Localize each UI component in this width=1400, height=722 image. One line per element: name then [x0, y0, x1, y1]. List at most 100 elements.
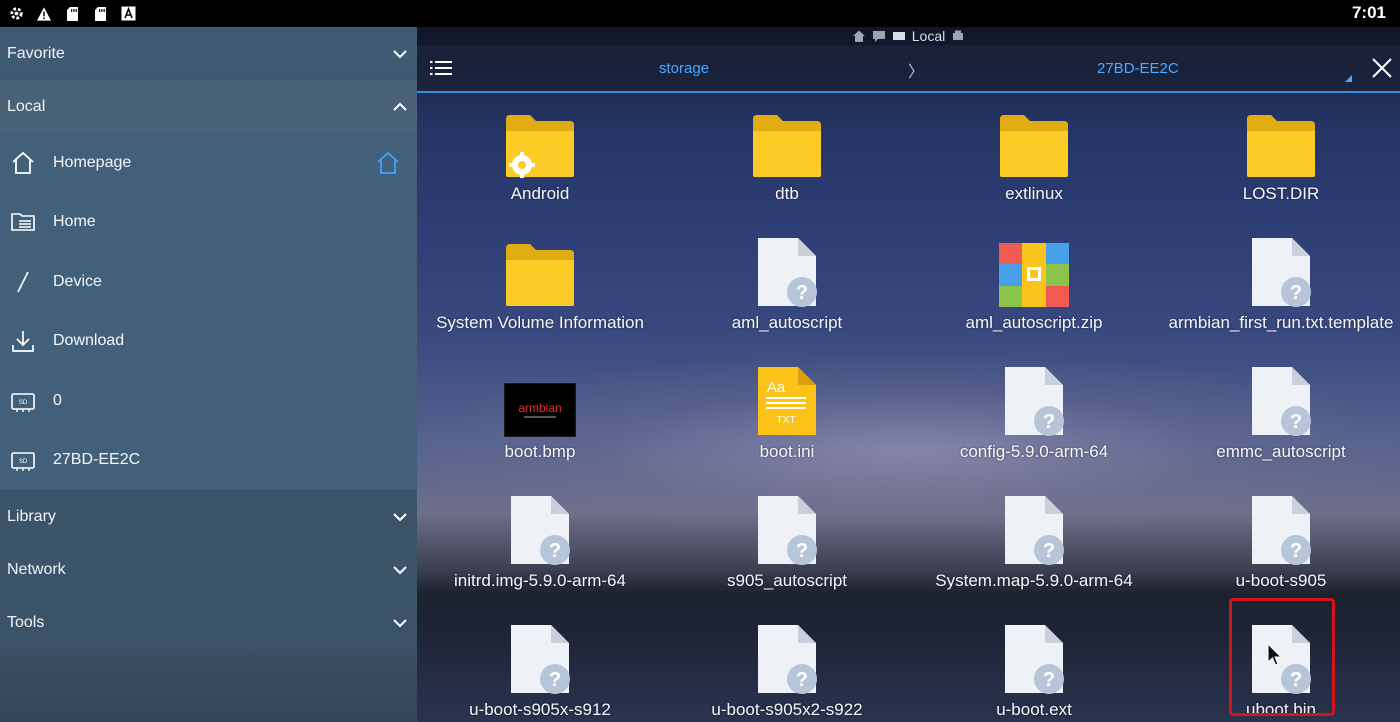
location-label[interactable]: Local — [912, 28, 945, 44]
unknown-file-icon: ? — [747, 617, 827, 695]
settings-icon — [8, 6, 24, 22]
file-item[interactable]: ? u-boot-s905 — [1161, 488, 1400, 613]
svg-text:?: ? — [796, 540, 808, 562]
chevron-down-icon — [393, 618, 407, 627]
home-icon[interactable] — [375, 150, 401, 176]
breadcrumb-storage[interactable]: storage — [659, 60, 709, 77]
unknown-file-icon: ? — [994, 359, 1074, 437]
local-list: Homepage Home Device Download SD 0 SD 27… — [0, 133, 417, 490]
zip-file-icon — [994, 230, 1074, 308]
file-item[interactable]: System Volume Information — [420, 230, 660, 355]
file-item[interactable]: armbian boot.bmp — [420, 359, 660, 484]
file-browser: Local storage 〉 27BD-EE2C Android dtb ex… — [417, 27, 1400, 722]
section-label: Favorite — [7, 44, 65, 62]
sidebar-item-storage-27bd[interactable]: SD 27BD-EE2C — [0, 431, 417, 491]
dropdown-corner-icon[interactable] — [1345, 75, 1352, 82]
sidebar-item-homepage[interactable]: Homepage — [0, 133, 417, 193]
sidebar-section-tools[interactable]: Tools — [0, 596, 417, 649]
file-name: u-boot.ext — [996, 700, 1072, 719]
sidebar-footer — [0, 650, 417, 722]
download-icon — [10, 328, 36, 354]
chat-icon[interactable] — [872, 29, 886, 43]
file-item[interactable]: Android — [420, 101, 660, 226]
sd-card-icon — [64, 6, 80, 22]
folder-gear-icon — [500, 101, 580, 179]
file-name: Android — [510, 184, 570, 203]
file-item[interactable]: ? System.map-5.9.0-arm-64 — [914, 488, 1154, 613]
location-bar: Local — [417, 27, 1400, 45]
file-name: emmc_autoscript — [1216, 442, 1346, 461]
sidebar-item-label: Download — [53, 332, 125, 350]
file-item[interactable]: ? aml_autoscript — [667, 230, 907, 355]
svg-text:armbian: armbian — [518, 401, 561, 415]
home-icon[interactable] — [852, 29, 866, 43]
chevron-down-icon — [393, 512, 407, 521]
file-item[interactable]: ? u-boot-s905x2-s922 — [667, 617, 907, 722]
menu-icon[interactable] — [430, 58, 452, 78]
sd-card-icon: SD — [10, 388, 36, 414]
sidebar-item-download[interactable]: Download — [0, 312, 417, 372]
path-toolbar: storage 〉 27BD-EE2C — [417, 45, 1400, 93]
folder-icon — [500, 230, 580, 308]
file-item[interactable]: extlinux — [914, 101, 1154, 226]
chevron-down-icon — [393, 565, 407, 574]
unknown-file-icon: ? — [1241, 488, 1321, 566]
file-item[interactable]: ? u-boot.ext — [914, 617, 1154, 722]
folder-list-icon — [10, 209, 36, 235]
breadcrumb-current[interactable]: 27BD-EE2C — [1097, 60, 1179, 77]
sidebar-section-local[interactable]: Local — [0, 80, 417, 133]
section-label: Library — [7, 507, 56, 525]
file-name: dtb — [775, 184, 799, 203]
file-item[interactable]: LOST.DIR — [1161, 101, 1400, 226]
sidebar-section-favorite[interactable]: Favorite — [0, 27, 417, 80]
svg-text:?: ? — [796, 282, 808, 304]
file-item[interactable]: ? u-boot-s905x-s912 — [420, 617, 660, 722]
file-item[interactable]: ? s905_autoscript — [667, 488, 907, 613]
sidebar-section-network[interactable]: Network — [0, 543, 417, 596]
sidebar-section-library[interactable]: Library — [0, 490, 417, 543]
file-name: System.map-5.9.0-arm-64 — [935, 571, 1133, 590]
sidebar-item-storage-0[interactable]: SD 0 — [0, 371, 417, 431]
slash-icon — [10, 269, 36, 295]
file-item[interactable]: Aa TXT boot.ini — [667, 359, 907, 484]
section-label: Tools — [7, 613, 45, 631]
file-name: boot.ini — [759, 442, 815, 461]
sidebar-item-label: Homepage — [53, 153, 132, 171]
close-icon[interactable] — [1371, 57, 1393, 79]
sidebar-item-label: Home — [53, 213, 96, 231]
svg-text:Aa: Aa — [767, 379, 786, 396]
file-item[interactable]: ? initrd.img-5.9.0-arm-64 — [420, 488, 660, 613]
file-name: u-boot-s905 — [1235, 571, 1327, 590]
svg-text:SD: SD — [19, 459, 28, 465]
file-item[interactable]: ? emmc_autoscript — [1161, 359, 1400, 484]
unknown-file-icon: ? — [500, 488, 580, 566]
unknown-file-icon: ? — [1241, 359, 1321, 437]
svg-text:TXT: TXT — [777, 415, 796, 426]
mouse-cursor-icon — [1267, 643, 1283, 666]
a-box-icon — [120, 6, 136, 22]
file-name: boot.bmp — [504, 442, 576, 461]
svg-text:?: ? — [796, 669, 808, 691]
file-item[interactable]: dtb — [667, 101, 907, 226]
svg-text:?: ? — [549, 669, 561, 691]
status-bar: 7:01 — [0, 0, 1400, 27]
file-name: LOST.DIR — [1242, 184, 1320, 203]
file-name: s905_autoscript — [726, 571, 848, 590]
unknown-file-icon: ? — [747, 230, 827, 308]
svg-text:?: ? — [1043, 411, 1055, 433]
file-item[interactable]: aml_autoscript.zip — [914, 230, 1154, 355]
unknown-file-icon: ? — [1241, 230, 1321, 308]
file-name: u-boot-s905x-s912 — [469, 700, 611, 719]
sidebar: Favorite Local Homepage Home Device Down… — [0, 27, 417, 722]
file-item[interactable]: ? config-5.9.0-arm-64 — [914, 359, 1154, 484]
chevron-down-icon — [393, 49, 407, 58]
sidebar-item-device[interactable]: Device — [0, 252, 417, 312]
svg-text:?: ? — [1290, 282, 1302, 304]
svg-text:?: ? — [549, 540, 561, 562]
unknown-file-icon: ? — [994, 488, 1074, 566]
sidebar-item-home[interactable]: Home — [0, 193, 417, 253]
sd-card-icon: SD — [10, 447, 36, 473]
file-item[interactable]: ? armbian_first_run.txt.template — [1161, 230, 1400, 355]
folder-icon — [747, 101, 827, 179]
printer-icon[interactable] — [951, 29, 965, 43]
